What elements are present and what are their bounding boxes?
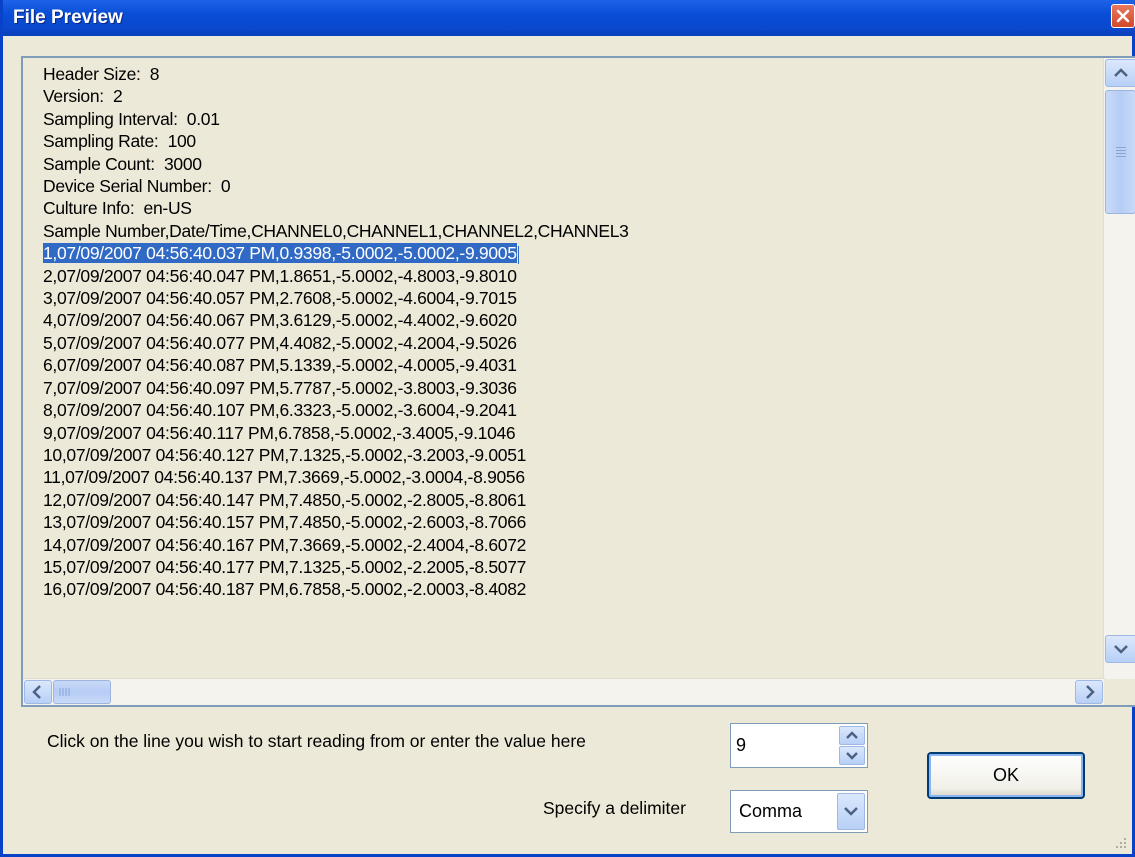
preview-line[interactable]: 15,07/09/2007 04:56:40.177 PM,7.1325,-5.… <box>43 556 1098 578</box>
scroll-right-button[interactable] <box>1075 680 1103 704</box>
delimiter-label: Specify a delimiter <box>543 798 686 818</box>
preview-line-text: 11,07/09/2007 04:56:40.137 PM,7.3669,-5.… <box>43 467 525 488</box>
close-icon <box>1116 9 1130 23</box>
preview-line-text: 15,07/09/2007 04:56:40.177 PM,7.1325,-5.… <box>43 556 527 577</box>
vertical-scroll-thumb[interactable] <box>1105 90 1135 214</box>
preview-line[interactable]: 1,07/09/2007 04:56:40.037 PM,0.9398,-5.0… <box>43 242 1098 264</box>
preview-line[interactable]: 9,07/09/2007 04:56:40.117 PM,6.7858,-5.0… <box>43 422 1098 444</box>
title-bar[interactable]: File Preview <box>3 0 1135 36</box>
preview-line[interactable]: Device Serial Number: 0 <box>43 175 1098 197</box>
preview-line[interactable]: 16,07/09/2007 04:56:40.187 PM,6.7858,-5.… <box>43 578 1098 600</box>
scroll-up-icon <box>1114 68 1128 77</box>
preview-line-text: 6,07/09/2007 04:56:40.087 PM,5.1339,-5.0… <box>43 355 517 376</box>
preview-line[interactable]: Sample Number,Date/Time,CHANNEL0,CHANNEL… <box>43 220 1098 242</box>
delimiter-select[interactable]: Comma <box>730 790 868 833</box>
preview-line-text: Version: 2 <box>43 86 123 107</box>
preview-line-text: 16,07/09/2007 04:56:40.187 PM,6.7858,-5.… <box>43 579 527 600</box>
preview-line-text: 1,07/09/2007 04:56:40.037 PM,0.9398,-5.0… <box>43 243 517 264</box>
window-title: File Preview <box>13 7 123 28</box>
preview-line-text: 14,07/09/2007 04:56:40.167 PM,7.3669,-5.… <box>43 534 527 555</box>
preview-line-text: 4,07/09/2007 04:56:40.067 PM,3.6129,-5.0… <box>43 310 517 331</box>
scroll-up-button[interactable] <box>1105 59 1135 87</box>
preview-line-text: 8,07/09/2007 04:56:40.107 PM,6.3323,-5.0… <box>43 400 517 421</box>
text-caret <box>517 245 519 264</box>
horizontal-scroll-thumb[interactable] <box>53 680 111 704</box>
preview-line[interactable]: 6,07/09/2007 04:56:40.087 PM,5.1339,-5.0… <box>43 354 1098 376</box>
preview-line[interactable]: 12,07/09/2007 04:56:40.147 PM,7.4850,-5.… <box>43 489 1098 511</box>
scrollbar-corner <box>1104 679 1135 705</box>
start-line-stepper[interactable] <box>730 723 868 768</box>
preview-lines: Header Size: 8 Version: 2 Sampling Interva… <box>43 63 1098 668</box>
preview-line[interactable]: 11,07/09/2007 04:56:40.137 PM,7.3669,-5.… <box>43 466 1098 488</box>
preview-line-text: 3,07/09/2007 04:56:40.057 PM,2.7608,-5.0… <box>43 288 517 309</box>
scroll-right-icon <box>1086 685 1095 699</box>
start-line-input[interactable] <box>736 732 826 758</box>
preview-line-text: 7,07/09/2007 04:56:40.097 PM,5.7787,-5.0… <box>43 377 517 398</box>
preview-line-text: 13,07/09/2007 04:56:40.157 PM,7.4850,-5.… <box>43 512 527 533</box>
preview-line[interactable]: Sampling Interval: 0.01 <box>43 108 1098 130</box>
preview-line-text: Header Size: 8 <box>43 64 160 84</box>
delimiter-value: Comma <box>739 801 803 821</box>
preview-line[interactable]: 5,07/09/2007 04:56:40.077 PM,4.4082,-5.0… <box>43 332 1098 354</box>
preview-line-text: Culture Info: en-US <box>43 198 192 219</box>
scroll-down-icon <box>1114 645 1128 654</box>
spin-down-button[interactable] <box>839 746 865 765</box>
scroll-left-icon <box>32 685 41 699</box>
preview-line-text: 2,07/09/2007 04:56:40.047 PM,1.8651,-5.0… <box>43 265 517 286</box>
file-preview-window: File Preview Header Size: 8 Version: 2 Sam… <box>0 0 1135 857</box>
preview-line[interactable]: 8,07/09/2007 04:56:40.107 PM,6.3323,-5.0… <box>43 399 1098 421</box>
chevron-down-icon <box>844 807 858 816</box>
close-button[interactable] <box>1111 4 1135 28</box>
preview-line-text: 12,07/09/2007 04:56:40.147 PM,7.4850,-5.… <box>43 489 527 510</box>
vertical-scrollbar[interactable] <box>1103 58 1135 689</box>
preview-line-text: 5,07/09/2007 04:56:40.077 PM,4.4082,-5.0… <box>43 332 517 353</box>
spin-up-button[interactable] <box>839 726 865 745</box>
start-line-prompt: Click on the line you wish to start read… <box>47 731 586 751</box>
preview-line[interactable]: 4,07/09/2007 04:56:40.067 PM,3.6129,-5.0… <box>43 309 1098 331</box>
preview-line-text: 9,07/09/2007 04:56:40.117 PM,6.7858,-5.0… <box>43 422 516 443</box>
file-preview-text[interactable]: Header Size: 8 Version: 2 Sampling Interva… <box>21 56 1135 707</box>
preview-line[interactable]: 7,07/09/2007 04:56:40.097 PM,5.7787,-5.0… <box>43 377 1098 399</box>
ok-button[interactable]: OK <box>927 752 1085 799</box>
resize-grip-icon[interactable] <box>1114 836 1128 850</box>
preview-line-text: Sampling Rate: 100 <box>43 131 196 152</box>
scroll-left-button[interactable] <box>24 680 52 704</box>
preview-line[interactable]: 10,07/09/2007 04:56:40.127 PM,7.1325,-5.… <box>43 444 1098 466</box>
horizontal-scrollbar[interactable] <box>23 678 1105 705</box>
preview-line-text: Sample Count: 3000 <box>43 153 202 174</box>
preview-line[interactable]: Sample Count: 3000 <box>43 153 1098 175</box>
scroll-down-button[interactable] <box>1105 635 1135 663</box>
preview-line-text: Sampling Interval: 0.01 <box>43 108 220 129</box>
preview-line-text: Device Serial Number: 0 <box>43 176 231 197</box>
preview-line[interactable]: 3,07/09/2007 04:56:40.057 PM,2.7608,-5.0… <box>43 287 1098 309</box>
preview-line[interactable]: 13,07/09/2007 04:56:40.157 PM,7.4850,-5.… <box>43 511 1098 533</box>
spin-down-icon <box>846 752 858 760</box>
preview-line[interactable]: Sampling Rate: 100 <box>43 130 1098 152</box>
preview-line-text: Sample Number,Date/Time,CHANNEL0,CHANNEL… <box>43 220 629 241</box>
preview-line[interactable]: Header Size: 8 <box>43 63 1098 85</box>
preview-line[interactable]: 2,07/09/2007 04:56:40.047 PM,1.8651,-5.0… <box>43 265 1098 287</box>
delimiter-dropdown-button[interactable] <box>837 793 865 830</box>
preview-line[interactable]: Culture Info: en-US <box>43 197 1098 219</box>
spin-up-icon <box>846 731 858 739</box>
preview-line[interactable]: 14,07/09/2007 04:56:40.167 PM,7.3669,-5.… <box>43 534 1098 556</box>
preview-line[interactable]: Version: 2 <box>43 85 1098 107</box>
preview-line-text: 10,07/09/2007 04:56:40.127 PM,7.1325,-5.… <box>43 444 527 465</box>
